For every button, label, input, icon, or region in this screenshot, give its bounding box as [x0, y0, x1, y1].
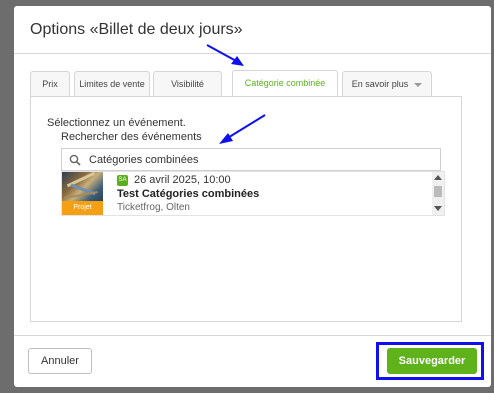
- select-event-label: Sélectionnez un événement.: [47, 117, 186, 129]
- event-date: 26 avril 2025, 10:00: [134, 174, 231, 186]
- header-divider: [14, 53, 491, 54]
- tab-limites-de-vente[interactable]: Limites de vente: [74, 71, 150, 96]
- scroll-thumb[interactable]: [434, 186, 442, 197]
- scroll-up-icon[interactable]: [434, 175, 442, 180]
- save-button[interactable]: Sauvegarder: [387, 348, 477, 374]
- dialog-title: Options «Billet de deux jours»: [30, 21, 243, 38]
- event-thumbnail: Projet: [62, 172, 103, 215]
- cancel-button[interactable]: Annuler: [28, 348, 92, 374]
- tab-label: Visibilité: [171, 79, 204, 89]
- tab-panel: Sélectionnez un événement. Rechercher de…: [30, 96, 462, 322]
- project-tag: Projet: [62, 201, 103, 215]
- search-icon: [69, 154, 81, 166]
- tab-en-savoir-plus[interactable]: En savoir plus: [342, 71, 432, 96]
- tab-visibilite[interactable]: Visibilité: [153, 71, 222, 96]
- tab-label: Catégorie combinée: [244, 78, 326, 88]
- search-input[interactable]: [89, 151, 429, 168]
- search-events-label: Rechercher des événements: [61, 131, 202, 143]
- options-dialog: Options «Billet de deux jours» Prix Limi…: [14, 6, 491, 387]
- weekday-badge: SA: [117, 175, 128, 186]
- event-venue: Ticketfrog, Olten: [117, 202, 190, 213]
- chevron-down-icon: [414, 82, 423, 87]
- tab-prix[interactable]: Prix: [30, 71, 70, 96]
- tab-label: Limites de vente: [79, 79, 145, 89]
- search-result-item[interactable]: Projet SA 26 avril 2025, 10:00 Test Caté…: [61, 171, 445, 216]
- tab-label: Prix: [42, 79, 58, 89]
- footer-divider: [14, 335, 491, 336]
- event-name: Test Catégories combinées: [117, 188, 260, 200]
- tab-categorie-combinee[interactable]: Catégorie combinée: [232, 70, 338, 97]
- tab-label: En savoir plus: [351, 79, 409, 89]
- result-scrollbar[interactable]: [432, 172, 444, 215]
- scroll-down-icon[interactable]: [434, 206, 442, 211]
- event-search-box[interactable]: [61, 148, 441, 171]
- tab-bar: Prix Limites de vente Visibilité Catégor…: [30, 70, 485, 97]
